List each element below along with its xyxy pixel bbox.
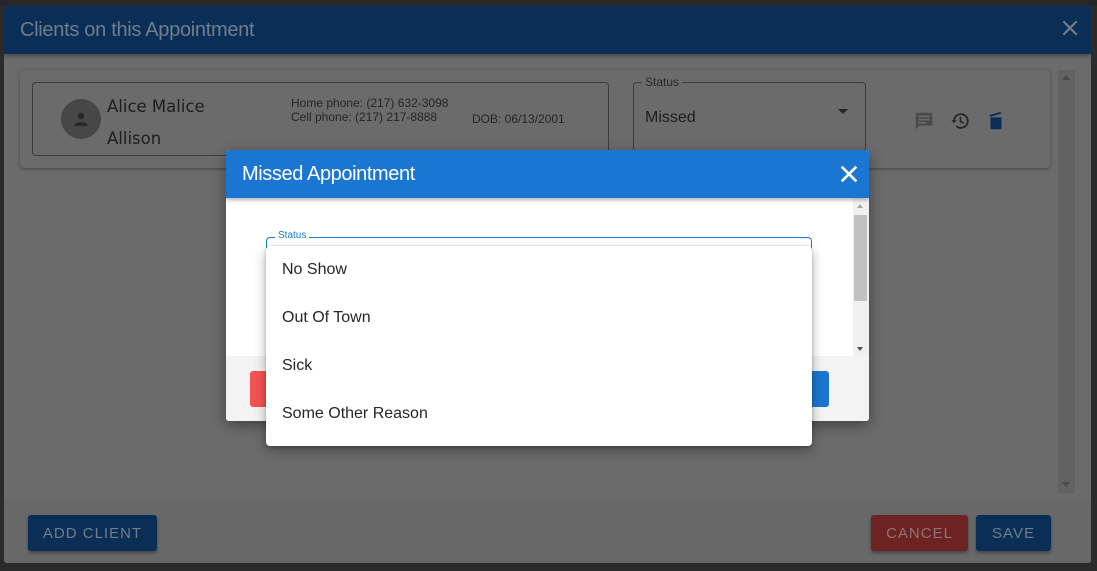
close-icon: [1062, 20, 1078, 36]
clients-scrollbar[interactable]: [1058, 70, 1075, 493]
status-option[interactable]: Out Of Town: [266, 294, 812, 342]
clients-dialog-header: Clients on this Appointment: [4, 6, 1091, 54]
client-phones: Home phone: (217) 632-3098 Cell phone: (…: [291, 96, 451, 124]
delete-button[interactable]: [984, 109, 1008, 133]
history-icon: [951, 113, 969, 129]
close-icon: [840, 165, 858, 183]
notes-button[interactable]: [912, 109, 936, 133]
client-status-select[interactable]: Status Missed: [633, 75, 866, 152]
status-option[interactable]: No Show: [266, 246, 812, 294]
status-option[interactable]: Some Other Reason: [266, 390, 812, 438]
history-button[interactable]: [948, 109, 972, 133]
missed-dialog-title: Missed Appointment: [242, 163, 415, 185]
cell-phone: Cell phone: (217) 217-8888: [291, 109, 438, 124]
missed-dialog-header: Missed Appointment: [226, 150, 869, 198]
avatar: [61, 99, 101, 139]
comment-icon: [915, 112, 933, 130]
delete-icon: [989, 111, 1002, 130]
scroll-down-arrow-icon[interactable]: [1062, 482, 1070, 487]
client-dob: DOB: 06/13/2001: [472, 112, 565, 126]
person-icon: [74, 112, 88, 126]
client-name: Alice Malice Allison: [107, 91, 205, 155]
client-name-line-2: Allison: [107, 129, 162, 148]
missed-status-label: Status: [275, 231, 310, 238]
home-phone: Home phone: (217) 632-3098: [291, 96, 449, 110]
status-options-menu: No Show Out Of Town Sick Some Other Reas…: [266, 246, 812, 446]
clients-dialog-close-button[interactable]: [1057, 16, 1083, 42]
background-app-bottom: [0, 563, 1097, 571]
clients-dialog-footer: Add Client Cancel Save: [4, 500, 1091, 563]
cancel-button[interactable]: Cancel: [871, 515, 968, 551]
add-client-button[interactable]: Add Client: [28, 515, 157, 551]
status-label: Status: [642, 75, 683, 89]
scroll-down-arrow-icon[interactable]: [857, 347, 863, 351]
status-value: Missed: [645, 109, 696, 126]
scrollbar-thumb[interactable]: [854, 215, 867, 301]
client-actions: [912, 109, 1008, 133]
clients-dialog-title: Clients on this Appointment: [20, 19, 255, 41]
missed-dialog-scrollbar[interactable]: [853, 198, 869, 356]
scroll-up-arrow-icon[interactable]: [857, 204, 863, 208]
client-info-box: Alice Malice Allison Home phone: (217) 6…: [32, 82, 609, 156]
chevron-down-icon: [838, 109, 848, 114]
save-button[interactable]: Save: [976, 515, 1051, 551]
client-name-line-1: Alice Malice: [107, 97, 205, 116]
scroll-up-arrow-icon[interactable]: [1062, 75, 1070, 80]
status-option[interactable]: Sick: [266, 342, 812, 390]
missed-dialog-close-button[interactable]: [838, 163, 860, 185]
